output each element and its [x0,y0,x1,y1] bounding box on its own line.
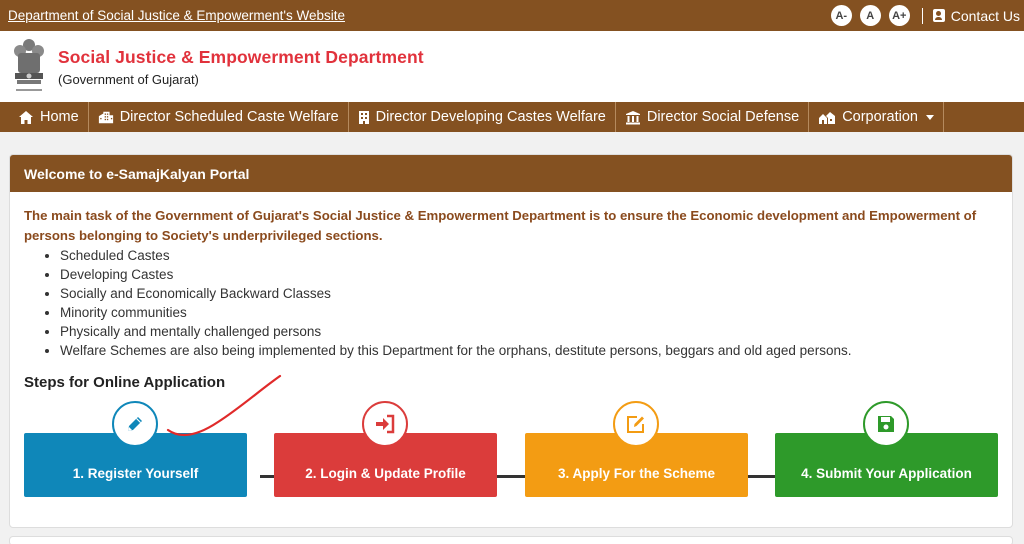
pencil-icon [112,401,158,447]
step-label: 3. Apply For the Scheme [557,466,716,481]
divider [921,7,923,24]
nav-item-director-developing-castes-welfare[interactable]: Director Developing Castes Welfare [349,102,616,132]
department-website-link[interactable]: Department of Social Justice & Empowerme… [8,8,345,23]
welcome-body: The main task of the Government of Gujar… [10,192,1012,511]
list-item: Developing Castes [60,265,998,284]
nav-label: Director Social Defense [646,109,800,125]
intro-text: The main task of the Government of Gujar… [24,208,977,243]
building-icon [98,111,113,123]
save-icon [863,401,909,447]
font-normal-button[interactable]: A [859,5,881,26]
chevron-down-icon [925,114,934,120]
edit-icon [613,401,659,447]
welcome-panel: Welcome to e-SamajKalyan Portal The main… [9,154,1013,528]
main-navigation: Home Director Scheduled Caste Welfare Di… [0,102,1024,132]
contact-us-link[interactable]: Contact Us [932,7,1020,24]
step-label: 2. Login & Update Profile [305,466,466,481]
list-item: Physically and mentally challenged perso… [60,322,998,341]
list-item: Minority communities [60,303,998,322]
site-header: Social Justice & Empowerment Department … [0,31,1024,102]
step-label: 1. Register Yourself [72,466,199,481]
next-panel-edge [9,536,1013,544]
nav-item-director-social-defense[interactable]: Director Social Defense [616,102,810,132]
step-label: 4. Submit Your Application [801,466,972,481]
institution-icon [625,110,640,124]
nav-label: Director Developing Castes Welfare [375,109,606,125]
nav-label: Home [40,109,79,125]
list-item: Socially and Economically Backward Class… [60,284,998,303]
annotation-stroke [166,374,282,437]
top-bar-tools: A- A A+ Contact Us [830,5,1020,26]
sign-in-icon [362,401,408,447]
department-title: Social Justice & Empowerment Department [58,46,424,67]
nav-label: Corporation [842,109,918,125]
beneficiary-list: Scheduled Castes Developing Castes Socia… [60,246,998,360]
contact-us-label: Contact Us [950,7,1020,24]
welcome-heading: Welcome to e-SamajKalyan Portal [10,155,1012,192]
font-decrease-button[interactable]: A- [830,5,852,26]
department-subtitle: (Government of Gujarat) [58,71,199,87]
nav-item-corporation[interactable]: Corporation [809,102,944,132]
list-item: Welfare Schemes are also being implement… [60,341,998,360]
home-icon [19,110,33,124]
nav-item-home[interactable]: Home [0,102,89,132]
building-icon [358,110,369,124]
state-emblem-icon [14,38,44,91]
top-bar: Department of Social Justice & Empowerme… [0,0,1024,31]
font-increase-button[interactable]: A+ [888,5,910,26]
header-text: Social Justice & Empowerment Department … [58,47,424,87]
nav-item-director-scheduled-caste-welfare[interactable]: Director Scheduled Caste Welfare [89,102,349,132]
houses-icon [819,111,836,124]
contact-card-icon [932,9,945,22]
list-item: Scheduled Castes [60,246,998,265]
nav-label: Director Scheduled Caste Welfare [119,109,339,125]
